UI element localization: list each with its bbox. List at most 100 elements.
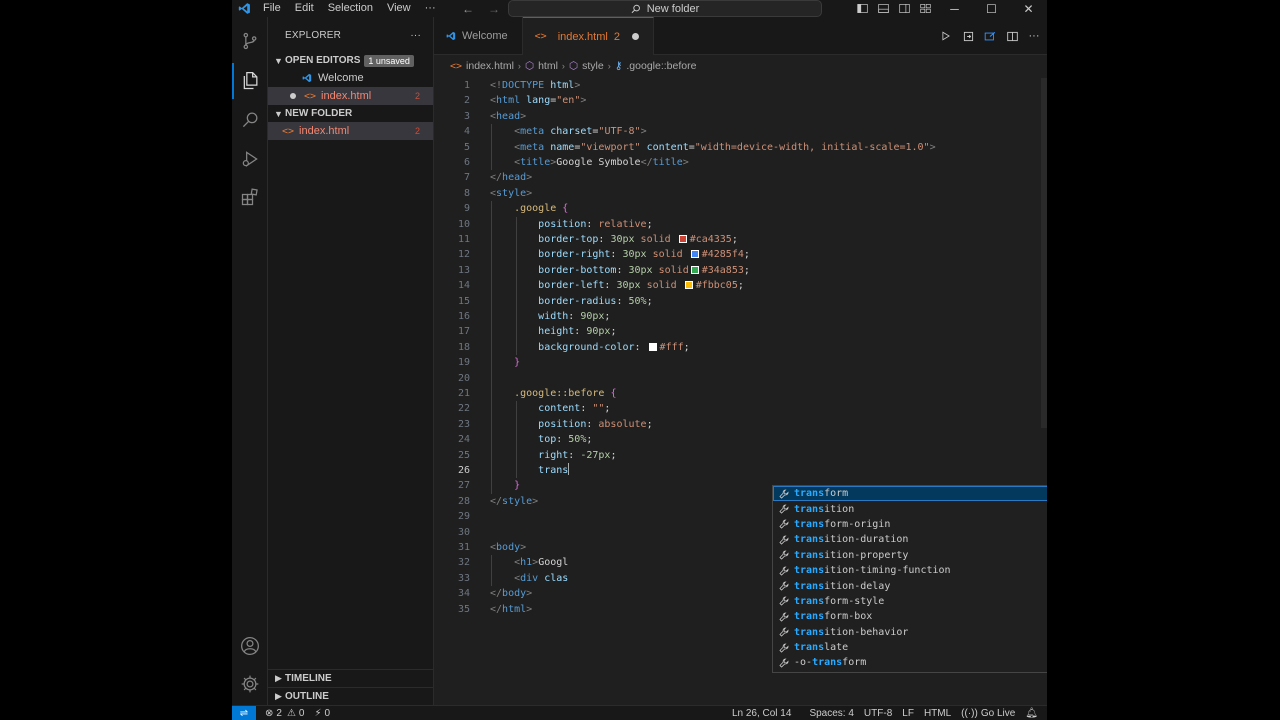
suggestion-item[interactable]: transition-duration bbox=[773, 532, 1047, 547]
split-editor-icon[interactable] bbox=[1003, 27, 1021, 45]
new-folder-header[interactable]: ▼ NEW FOLDER bbox=[268, 105, 433, 122]
code-line[interactable]: 15 border-radius: 50%; bbox=[434, 294, 1034, 309]
code-token: : bbox=[634, 341, 647, 353]
maximize-button[interactable]: ☐ bbox=[973, 0, 1010, 17]
code-line[interactable]: 24 top: 50%; bbox=[434, 432, 1034, 447]
file-index-html[interactable]: <> index.html 2 bbox=[268, 122, 433, 140]
editor-scrollbar[interactable] bbox=[1041, 78, 1047, 428]
suggestion-item[interactable]: transform-origin bbox=[773, 517, 1047, 532]
code-line[interactable]: 13 border-bottom: 30px solid #34a853; bbox=[434, 263, 1034, 278]
suggestion-item[interactable]: transition-delay bbox=[773, 578, 1047, 593]
suggestion-item[interactable]: transform-box bbox=[773, 609, 1047, 624]
extensions-icon[interactable] bbox=[232, 179, 268, 215]
vscode-logo-icon[interactable] bbox=[232, 0, 256, 17]
code-line[interactable]: 8 <style> bbox=[434, 186, 1034, 201]
code-line[interactable]: 2 <html lang="en"> bbox=[434, 93, 1034, 108]
code-token: 30px bbox=[616, 280, 641, 292]
code-line[interactable]: 6 <title>Google Symbole</title> bbox=[434, 155, 1034, 170]
suggestion-item[interactable]: transition bbox=[773, 501, 1047, 516]
open-editors-header[interactable]: ▼ OPEN EDITORS 1 unsaved bbox=[268, 52, 433, 69]
unsaved-dot-icon[interactable] bbox=[631, 33, 639, 40]
open-preview-icon[interactable] bbox=[959, 27, 977, 45]
code-line[interactable]: 4 <meta charset="UTF-8"> bbox=[434, 124, 1034, 139]
menu-selection[interactable]: Selection bbox=[321, 0, 380, 17]
menu-file[interactable]: File bbox=[256, 0, 288, 17]
suggestion-item[interactable]: transition-property bbox=[773, 548, 1047, 563]
code-line[interactable]: 26 trans bbox=[434, 463, 1034, 478]
suggestion-item[interactable]: translate bbox=[773, 640, 1047, 655]
toggle-panel-icon[interactable] bbox=[873, 0, 894, 17]
code-line[interactable]: 14 border-left: 30px solid #fbbc05; bbox=[434, 278, 1034, 293]
cursor-position[interactable]: Ln 26, Col 14 bbox=[727, 708, 797, 719]
open-editor-index-html[interactable]: <> index.html 2 bbox=[268, 87, 433, 105]
indentation[interactable]: Spaces: 4 bbox=[804, 708, 858, 719]
line-text: <div clas bbox=[490, 571, 568, 586]
close-button[interactable]: ✕ bbox=[1010, 0, 1047, 17]
code-line[interactable]: 20 bbox=[434, 371, 1034, 386]
search-sidebar-icon[interactable] bbox=[232, 101, 268, 137]
code-line[interactable]: 5 <meta name="viewport" content="width=d… bbox=[434, 140, 1034, 155]
more-actions-icon[interactable]: ··· bbox=[1025, 27, 1043, 45]
run-icon[interactable] bbox=[937, 27, 955, 45]
minimize-button[interactable]: ─ bbox=[936, 0, 973, 17]
encoding[interactable]: UTF-8 bbox=[859, 708, 897, 719]
toggle-secondary-sidebar-icon[interactable] bbox=[894, 0, 915, 17]
code-line[interactable]: 12 border-right: 30px solid #4285f4; bbox=[434, 247, 1034, 262]
customize-layout-icon[interactable] bbox=[915, 0, 936, 17]
notifications-bell-icon[interactable]: 🔔︎ bbox=[1020, 708, 1043, 719]
menu-more[interactable]: ··· bbox=[418, 0, 443, 17]
code-line[interactable]: 1 <!DOCTYPE html> bbox=[434, 78, 1034, 93]
code-line[interactable]: 17 height: 90px; bbox=[434, 324, 1034, 339]
code-line[interactable]: 19 } bbox=[434, 355, 1034, 370]
code-line[interactable]: 18 background-color: #fff; bbox=[434, 340, 1034, 355]
code-token: > bbox=[682, 157, 689, 168]
code-line[interactable]: 16 width: 90px; bbox=[434, 309, 1034, 324]
unsaved-dot-icon[interactable] bbox=[290, 93, 296, 99]
live-preview-icon[interactable] bbox=[981, 27, 999, 45]
timeline-section[interactable]: ▶ TIMELINE bbox=[268, 669, 434, 687]
ports-indicator[interactable]: ⚡ 0 bbox=[309, 708, 335, 719]
toggle-primary-sidebar-icon[interactable] bbox=[852, 0, 873, 17]
problems-indicator[interactable]: ⊗ 2 ⚠ 0 bbox=[260, 708, 309, 719]
source-control-icon[interactable] bbox=[232, 23, 268, 59]
code-line[interactable]: 25 right: -27px; bbox=[434, 448, 1034, 463]
suggestion-item[interactable]: transform bbox=[773, 486, 1047, 502]
back-arrow-icon[interactable]: ← bbox=[462, 2, 474, 16]
suggestion-item[interactable]: -o-transform bbox=[773, 655, 1047, 670]
code-line[interactable]: 3 <head> bbox=[434, 109, 1034, 124]
command-center-search[interactable]: New folder bbox=[508, 0, 822, 17]
remote-icon[interactable]: ⇌ bbox=[232, 705, 256, 720]
code-token: : bbox=[586, 218, 599, 230]
language-mode[interactable]: HTML bbox=[919, 708, 956, 719]
suggestion-item[interactable]: transition-timing-function bbox=[773, 563, 1047, 578]
suggestion-item[interactable]: transform-style bbox=[773, 594, 1047, 609]
breadcrumb-style[interactable]: style bbox=[582, 60, 604, 72]
tab-index-html[interactable]: <> index.html 2 bbox=[522, 17, 654, 55]
breadcrumb-html[interactable]: html bbox=[538, 60, 558, 72]
suggestion-item[interactable]: transition-behavior bbox=[773, 625, 1047, 640]
open-editor-welcome[interactable]: Welcome bbox=[268, 69, 433, 87]
code-line[interactable]: 23 position: absolute; bbox=[434, 417, 1034, 432]
tab-welcome[interactable]: Welcome bbox=[434, 17, 523, 55]
accounts-icon[interactable] bbox=[232, 628, 268, 664]
explorer-more-button[interactable]: ··· bbox=[410, 30, 421, 41]
menu-edit[interactable]: Edit bbox=[288, 0, 321, 17]
breadcrumb-file[interactable]: index.html bbox=[466, 60, 514, 72]
manage-gear-icon[interactable] bbox=[232, 666, 268, 702]
go-live-button[interactable]: ((·)) Go Live bbox=[956, 708, 1020, 719]
code-line[interactable]: 22 content: ""; bbox=[434, 401, 1034, 416]
run-debug-icon[interactable] bbox=[232, 141, 268, 177]
forward-arrow-icon[interactable]: → bbox=[488, 2, 500, 16]
code-line[interactable]: 10 position: relative; bbox=[434, 217, 1034, 232]
explorer-title: EXPLORER bbox=[285, 30, 342, 41]
code-line[interactable]: 7 </head> bbox=[434, 170, 1034, 185]
menu-view[interactable]: View bbox=[380, 0, 418, 17]
end-of-line[interactable]: LF bbox=[897, 708, 919, 719]
code-line[interactable]: 21 .google::before { bbox=[434, 386, 1034, 401]
explorer-icon[interactable] bbox=[232, 63, 268, 99]
outline-section[interactable]: ▶ OUTLINE bbox=[268, 687, 434, 705]
code-line[interactable]: 11 border-top: 30px solid #ca4335; bbox=[434, 232, 1034, 247]
code-line[interactable]: 9 .google { bbox=[434, 201, 1034, 216]
breadcrumb-selector[interactable]: .google::before bbox=[626, 60, 696, 72]
